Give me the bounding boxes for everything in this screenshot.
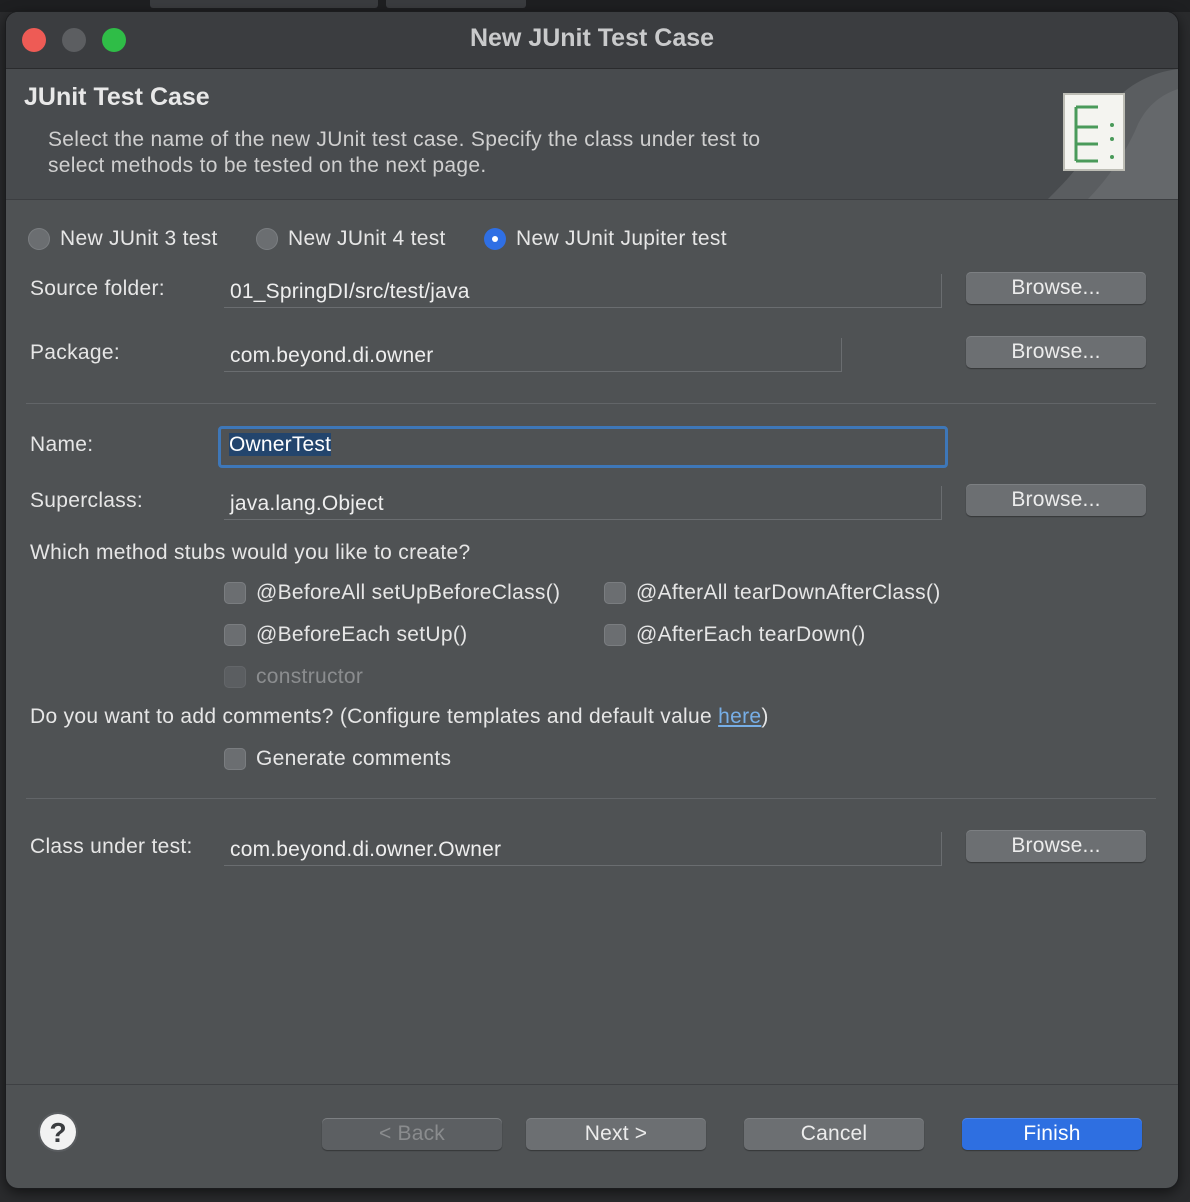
name-input-value: OwnerTest: [229, 433, 332, 456]
class-under-test-input[interactable]: com.beyond.di.owner.Owner: [224, 832, 942, 866]
checkbox[interactable]: [604, 582, 626, 604]
superclass-input[interactable]: java.lang.Object: [224, 486, 942, 520]
help-icon[interactable]: ?: [40, 1114, 76, 1150]
source-folder-input[interactable]: 01_SpringDI/src/test/java: [224, 274, 942, 308]
stub-before-all[interactable]: @BeforeAll setUpBeforeClass(): [224, 578, 560, 608]
stub-after-each[interactable]: @AfterEach tearDown(): [604, 620, 866, 650]
generate-comments-label: Generate comments: [256, 747, 452, 770]
radio-junit3-label: New JUnit 3 test: [60, 227, 218, 250]
banner-description: Select the name of the new JUnit test ca…: [48, 128, 761, 177]
name-label: Name:: [30, 433, 94, 456]
background-tab: [150, 0, 378, 8]
section-divider: [26, 403, 1156, 404]
name-input[interactable]: OwnerTest: [218, 426, 948, 468]
footer-divider: [6, 1084, 1178, 1085]
junit-wizard-icon: [1048, 69, 1178, 199]
class-under-test-browse-button[interactable]: Browse...: [966, 830, 1146, 862]
checkbox-disabled: [224, 666, 246, 688]
checkbox[interactable]: [224, 748, 246, 770]
finish-button[interactable]: Finish: [962, 1118, 1142, 1150]
radio-junit-jupiter[interactable]: New JUnit Jupiter test: [484, 222, 727, 256]
stub-after-all[interactable]: @AfterAll tearDownAfterClass(): [604, 578, 941, 608]
radio-junit4-label: New JUnit 4 test: [288, 227, 446, 250]
window-title: New JUnit Test Case: [469, 24, 715, 52]
superclass-label: Superclass:: [30, 489, 144, 512]
background-tab: [386, 0, 526, 8]
stub-before-all-label: @BeforeAll setUpBeforeClass(): [256, 581, 561, 604]
configure-templates-link[interactable]: here: [718, 705, 761, 728]
dialog-window: New JUnit Test Case JUnit Test Case Sele…: [6, 12, 1178, 1188]
stub-before-each-label: @BeforeEach setUp(): [256, 623, 468, 646]
radio-junit4[interactable]: New JUnit 4 test: [256, 222, 446, 256]
checkbox[interactable]: [224, 582, 246, 604]
method-stubs-question: Which method stubs would you like to cre…: [30, 541, 471, 564]
package-input[interactable]: com.beyond.di.owner: [224, 338, 842, 372]
stub-before-each[interactable]: @BeforeEach setUp(): [224, 620, 467, 650]
banner-title: JUnit Test Case: [24, 83, 210, 111]
section-divider: [26, 798, 1156, 799]
stub-after-all-label: @AfterAll tearDownAfterClass(): [636, 581, 941, 604]
stub-constructor-label: constructor: [256, 665, 364, 688]
stub-constructor: constructor: [224, 662, 363, 692]
source-folder-label: Source folder:: [30, 277, 165, 300]
title-bar: New JUnit Test Case: [6, 12, 1178, 69]
back-button: < Back: [322, 1118, 502, 1150]
superclass-browse-button[interactable]: Browse...: [966, 484, 1146, 516]
radio-button-selected[interactable]: [484, 228, 506, 250]
radio-button[interactable]: [256, 228, 278, 250]
package-browse-button[interactable]: Browse...: [966, 336, 1146, 368]
radio-button[interactable]: [28, 228, 50, 250]
radio-junit3[interactable]: New JUnit 3 test: [28, 222, 218, 256]
radio-junit-jupiter-label: New JUnit Jupiter test: [516, 227, 727, 250]
checkbox[interactable]: [604, 624, 626, 646]
next-button[interactable]: Next >: [526, 1118, 706, 1150]
source-folder-browse-button[interactable]: Browse...: [966, 272, 1146, 304]
generate-comments[interactable]: Generate comments: [224, 744, 451, 774]
checkbox[interactable]: [224, 624, 246, 646]
stub-after-each-label: @AfterEach tearDown(): [636, 623, 866, 646]
cancel-button[interactable]: Cancel: [744, 1118, 924, 1150]
class-under-test-label: Class under test:: [30, 835, 193, 858]
package-label: Package:: [30, 341, 120, 364]
comments-question: Do you want to add comments? (Configure …: [30, 705, 769, 728]
wizard-banner: JUnit Test Case Select the name of the n…: [6, 69, 1178, 200]
